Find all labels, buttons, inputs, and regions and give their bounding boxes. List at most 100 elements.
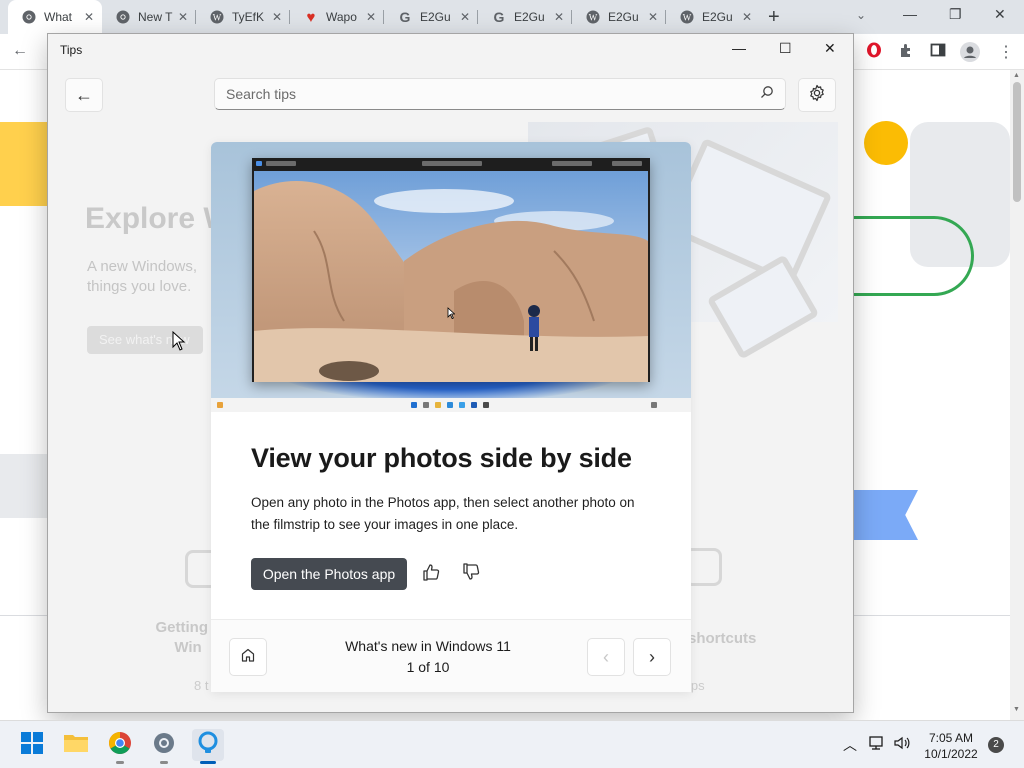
close-tab-icon[interactable]: ✕ [554,10,564,24]
back-button[interactable]: ← [65,78,103,112]
gear-icon [808,84,826,107]
tab-8[interactable]: W E2Gu ✕ [666,0,760,34]
browser-tab-strip: What ✕ New T ✕ W TyEfK ✕ ♥ Wapo ✕ G E2Gu… [0,0,1024,34]
svg-text:W: W [213,13,222,23]
tab-title: New T [138,10,173,24]
chrome-taskbar-button[interactable] [104,729,136,764]
minimize-icon[interactable]: — [732,40,746,56]
tab-1[interactable]: What ✕ [8,0,102,34]
notification-badge[interactable]: 2 [988,737,1004,753]
tip-description: Open any photo in the Photos app, then s… [251,495,635,532]
more-menu-icon[interactable]: ⋮ [998,42,1014,62]
home-button[interactable] [229,638,267,676]
tips-window: Tips — ☐ ✕ ← Explore W A new Windows, th… [47,33,854,713]
scroll-down-icon[interactable]: ▼ [1013,706,1020,713]
tip-position: 1 of 10 [406,659,450,675]
close-tab-icon[interactable]: ✕ [272,10,282,24]
close-tab-icon[interactable]: ✕ [84,10,94,24]
tips-icon [197,731,219,760]
google-icon: G [399,9,411,25]
tab-title: Wapo [326,10,357,24]
minimize-icon[interactable]: — [903,6,917,22]
tab-title: E2Gu [608,10,639,24]
clock-time: 7:05 AM [928,731,974,745]
gallery-heading: Explore W [85,202,232,235]
start-button[interactable] [16,729,48,761]
thumbs-down-button[interactable] [457,560,485,588]
desert-rock-photo [254,171,648,382]
profile-icon[interactable] [960,42,980,67]
thumbs-up-button[interactable] [417,560,445,588]
chevron-right-icon: › [649,646,655,667]
maximize-icon[interactable]: ☐ [779,40,792,57]
window-title: Tips [60,43,83,57]
show-hidden-icons-icon[interactable]: ︿ [843,735,857,755]
close-tab-icon[interactable]: ✕ [460,10,470,24]
mouse-cursor-icon [172,330,186,356]
svg-text:W: W [589,13,598,23]
settings-taskbar-button[interactable] [148,729,180,764]
opera-icon[interactable] [866,42,882,63]
tab-6[interactable]: G E2Gu ✕ [478,0,572,34]
search-input[interactable] [214,78,786,110]
clock-date: 10/1/2022 [924,747,978,761]
tip-card: View your photos side by side Open any p… [211,142,691,692]
scroll-up-icon[interactable]: ▲ [1013,72,1020,79]
tab-5[interactable]: G E2Gu ✕ [384,0,478,34]
close-tab-icon[interactable]: ✕ [742,10,752,24]
wordpress-icon: W [210,10,224,24]
settings-icon [152,731,176,760]
network-icon[interactable] [868,735,886,754]
tab-title: E2Gu [702,10,733,24]
tab-title: What [44,10,73,24]
tab-4[interactable]: ♥ Wapo ✕ [290,0,384,34]
tip-image [211,142,691,412]
chrome-icon [116,10,130,24]
search-icon[interactable] [760,85,774,102]
category-card-count: 8 t [194,678,209,693]
tab-3[interactable]: W TyEfK ✕ [196,0,290,34]
next-tip-button[interactable]: › [633,638,671,676]
wordpress-icon: W [586,10,600,24]
thumbs-up-icon [421,562,441,587]
heart-icon: ♥ [306,8,316,26]
close-tab-icon[interactable]: ✕ [648,10,658,24]
tab-7[interactable]: W E2Gu ✕ [572,0,666,34]
running-indicator [116,761,124,764]
category-card-title[interactable]: shortcuts [688,630,756,647]
decorative-shape [0,122,48,206]
tab-2[interactable]: New T ✕ [102,0,196,34]
open-photos-app-button[interactable]: Open the Photos app [251,558,407,590]
restore-icon[interactable]: ❐ [949,6,962,23]
new-tab-button[interactable]: + [768,6,780,29]
svg-text:W: W [683,13,692,23]
decorative-line [854,216,974,296]
tip-title: View your photos side by side [251,443,632,473]
side-panel-icon[interactable] [930,42,946,63]
scrollbar-thumb[interactable] [1013,82,1021,202]
running-indicator [160,761,168,764]
volume-icon[interactable] [893,735,911,754]
previous-tip-button[interactable]: ‹ [587,638,625,676]
google-icon: G [493,9,505,25]
tab-title: E2Gu [420,10,451,24]
tips-taskbar-button[interactable] [192,729,224,764]
extensions-icon[interactable] [898,42,914,63]
chevron-left-icon: ‹ [603,646,609,667]
system-clock[interactable]: 7:05 AM 10/1/2022 [916,730,986,762]
file-explorer-button[interactable] [60,729,92,761]
mouse-cursor-icon [447,306,456,324]
windows-start-icon [21,731,43,759]
close-icon[interactable]: ✕ [994,6,1006,23]
close-icon[interactable]: ✕ [824,40,836,57]
page-scrollbar[interactable]: ▲ ▼ [1010,70,1024,720]
photos-title-bar [252,158,650,171]
tab-search-icon[interactable]: ⌄ [856,8,866,22]
settings-button[interactable] [798,78,836,112]
back-arrow-icon[interactable]: ← [12,42,28,60]
close-tab-icon[interactable]: ✕ [178,10,188,24]
file-explorer-icon [63,732,89,759]
chrome-icon [22,10,36,24]
running-indicator [200,761,216,764]
close-tab-icon[interactable]: ✕ [366,10,376,24]
